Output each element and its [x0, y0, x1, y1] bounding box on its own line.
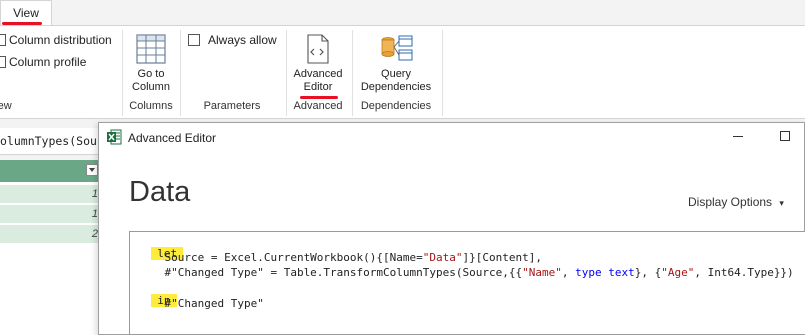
code-text: ]}[Content],	[462, 251, 543, 264]
always-allow-label[interactable]: Always allow	[208, 33, 277, 47]
dependencies-group-label: Dependencies	[360, 100, 432, 112]
column-profile-checkbox[interactable]	[0, 56, 6, 68]
separator	[286, 30, 287, 116]
display-options-dropdown[interactable]: Display Options ▾	[688, 195, 784, 209]
code-string: "Age"	[661, 266, 695, 279]
go-to-column-line1: Go to	[137, 68, 165, 80]
code-type: type text	[575, 266, 635, 279]
query-dependencies-icon[interactable]	[380, 35, 414, 66]
separator	[442, 30, 443, 116]
column-distribution-label[interactable]: Column distribution	[9, 33, 112, 47]
maximize-icon[interactable]	[780, 131, 790, 141]
view-group-label: View	[0, 100, 12, 112]
grid-cell[interactable]: 1	[0, 205, 100, 224]
formula-text: olumnTypes(Sour	[0, 134, 100, 148]
parameters-group-label: Parameters	[203, 100, 261, 112]
code-text: Source = Excel.CurrentWorkbook(){[Name=	[138, 251, 423, 264]
query-name-heading: Data	[129, 176, 191, 208]
query-dependencies-line1: Query	[381, 68, 411, 80]
column-distribution-checkbox[interactable]	[0, 34, 6, 46]
column-filter-dropdown[interactable]	[86, 164, 98, 176]
excel-icon	[106, 129, 122, 148]
code-line-result: #"Changed Type"	[138, 297, 264, 310]
separator	[352, 30, 353, 116]
ribbon-tab-bar	[0, 0, 805, 26]
advanced-editor-icon[interactable]	[305, 34, 331, 67]
advanced-editor-line1: Advanced	[293, 68, 343, 80]
advanced-group-label: Advanced	[293, 100, 343, 112]
code-editor[interactable]	[129, 231, 805, 335]
query-dependencies-button[interactable]: Query Dependencies	[356, 68, 436, 94]
grid-cell[interactable]: 2	[0, 225, 100, 244]
code-text: #"Changed Type" = Table.TransformColumnT…	[138, 266, 523, 279]
go-to-column-button[interactable]: Go to Column	[125, 68, 177, 94]
display-options-label: Display Options	[688, 195, 773, 209]
code-text: ,	[561, 266, 576, 279]
advanced-editor-line2: Editor	[303, 81, 333, 93]
dialog-title: Advanced Editor	[128, 131, 217, 145]
advanced-editor-highlight	[300, 96, 338, 99]
query-dependencies-line2: Dependencies	[360, 81, 432, 93]
code-text: , Int64.Type}})	[694, 266, 794, 279]
advanced-editor-button[interactable]: Advanced Editor	[290, 68, 346, 94]
grid-cell[interactable]: 1	[0, 185, 100, 204]
code-text: }, {	[634, 266, 662, 279]
go-to-column-line2: Column	[132, 81, 170, 93]
columns-group-label: Columns	[129, 100, 173, 112]
code-string: "Name"	[522, 266, 562, 279]
separator	[180, 30, 181, 116]
go-to-column-icon[interactable]	[136, 34, 166, 67]
code-line-source: Source = Excel.CurrentWorkbook(){[Name="…	[138, 251, 542, 264]
grid-column-header[interactable]	[0, 160, 100, 182]
separator	[122, 30, 123, 116]
formula-bar[interactable]: olumnTypes(Sour	[0, 128, 100, 155]
column-profile-label[interactable]: Column profile	[9, 55, 86, 69]
code-line-changed-type: #"Changed Type" = Table.TransformColumnT…	[138, 266, 794, 279]
always-allow-checkbox[interactable]	[188, 34, 200, 46]
code-string: "Data"	[422, 251, 463, 264]
chevron-down-icon: ▾	[779, 198, 784, 208]
minimize-icon[interactable]	[733, 136, 743, 137]
